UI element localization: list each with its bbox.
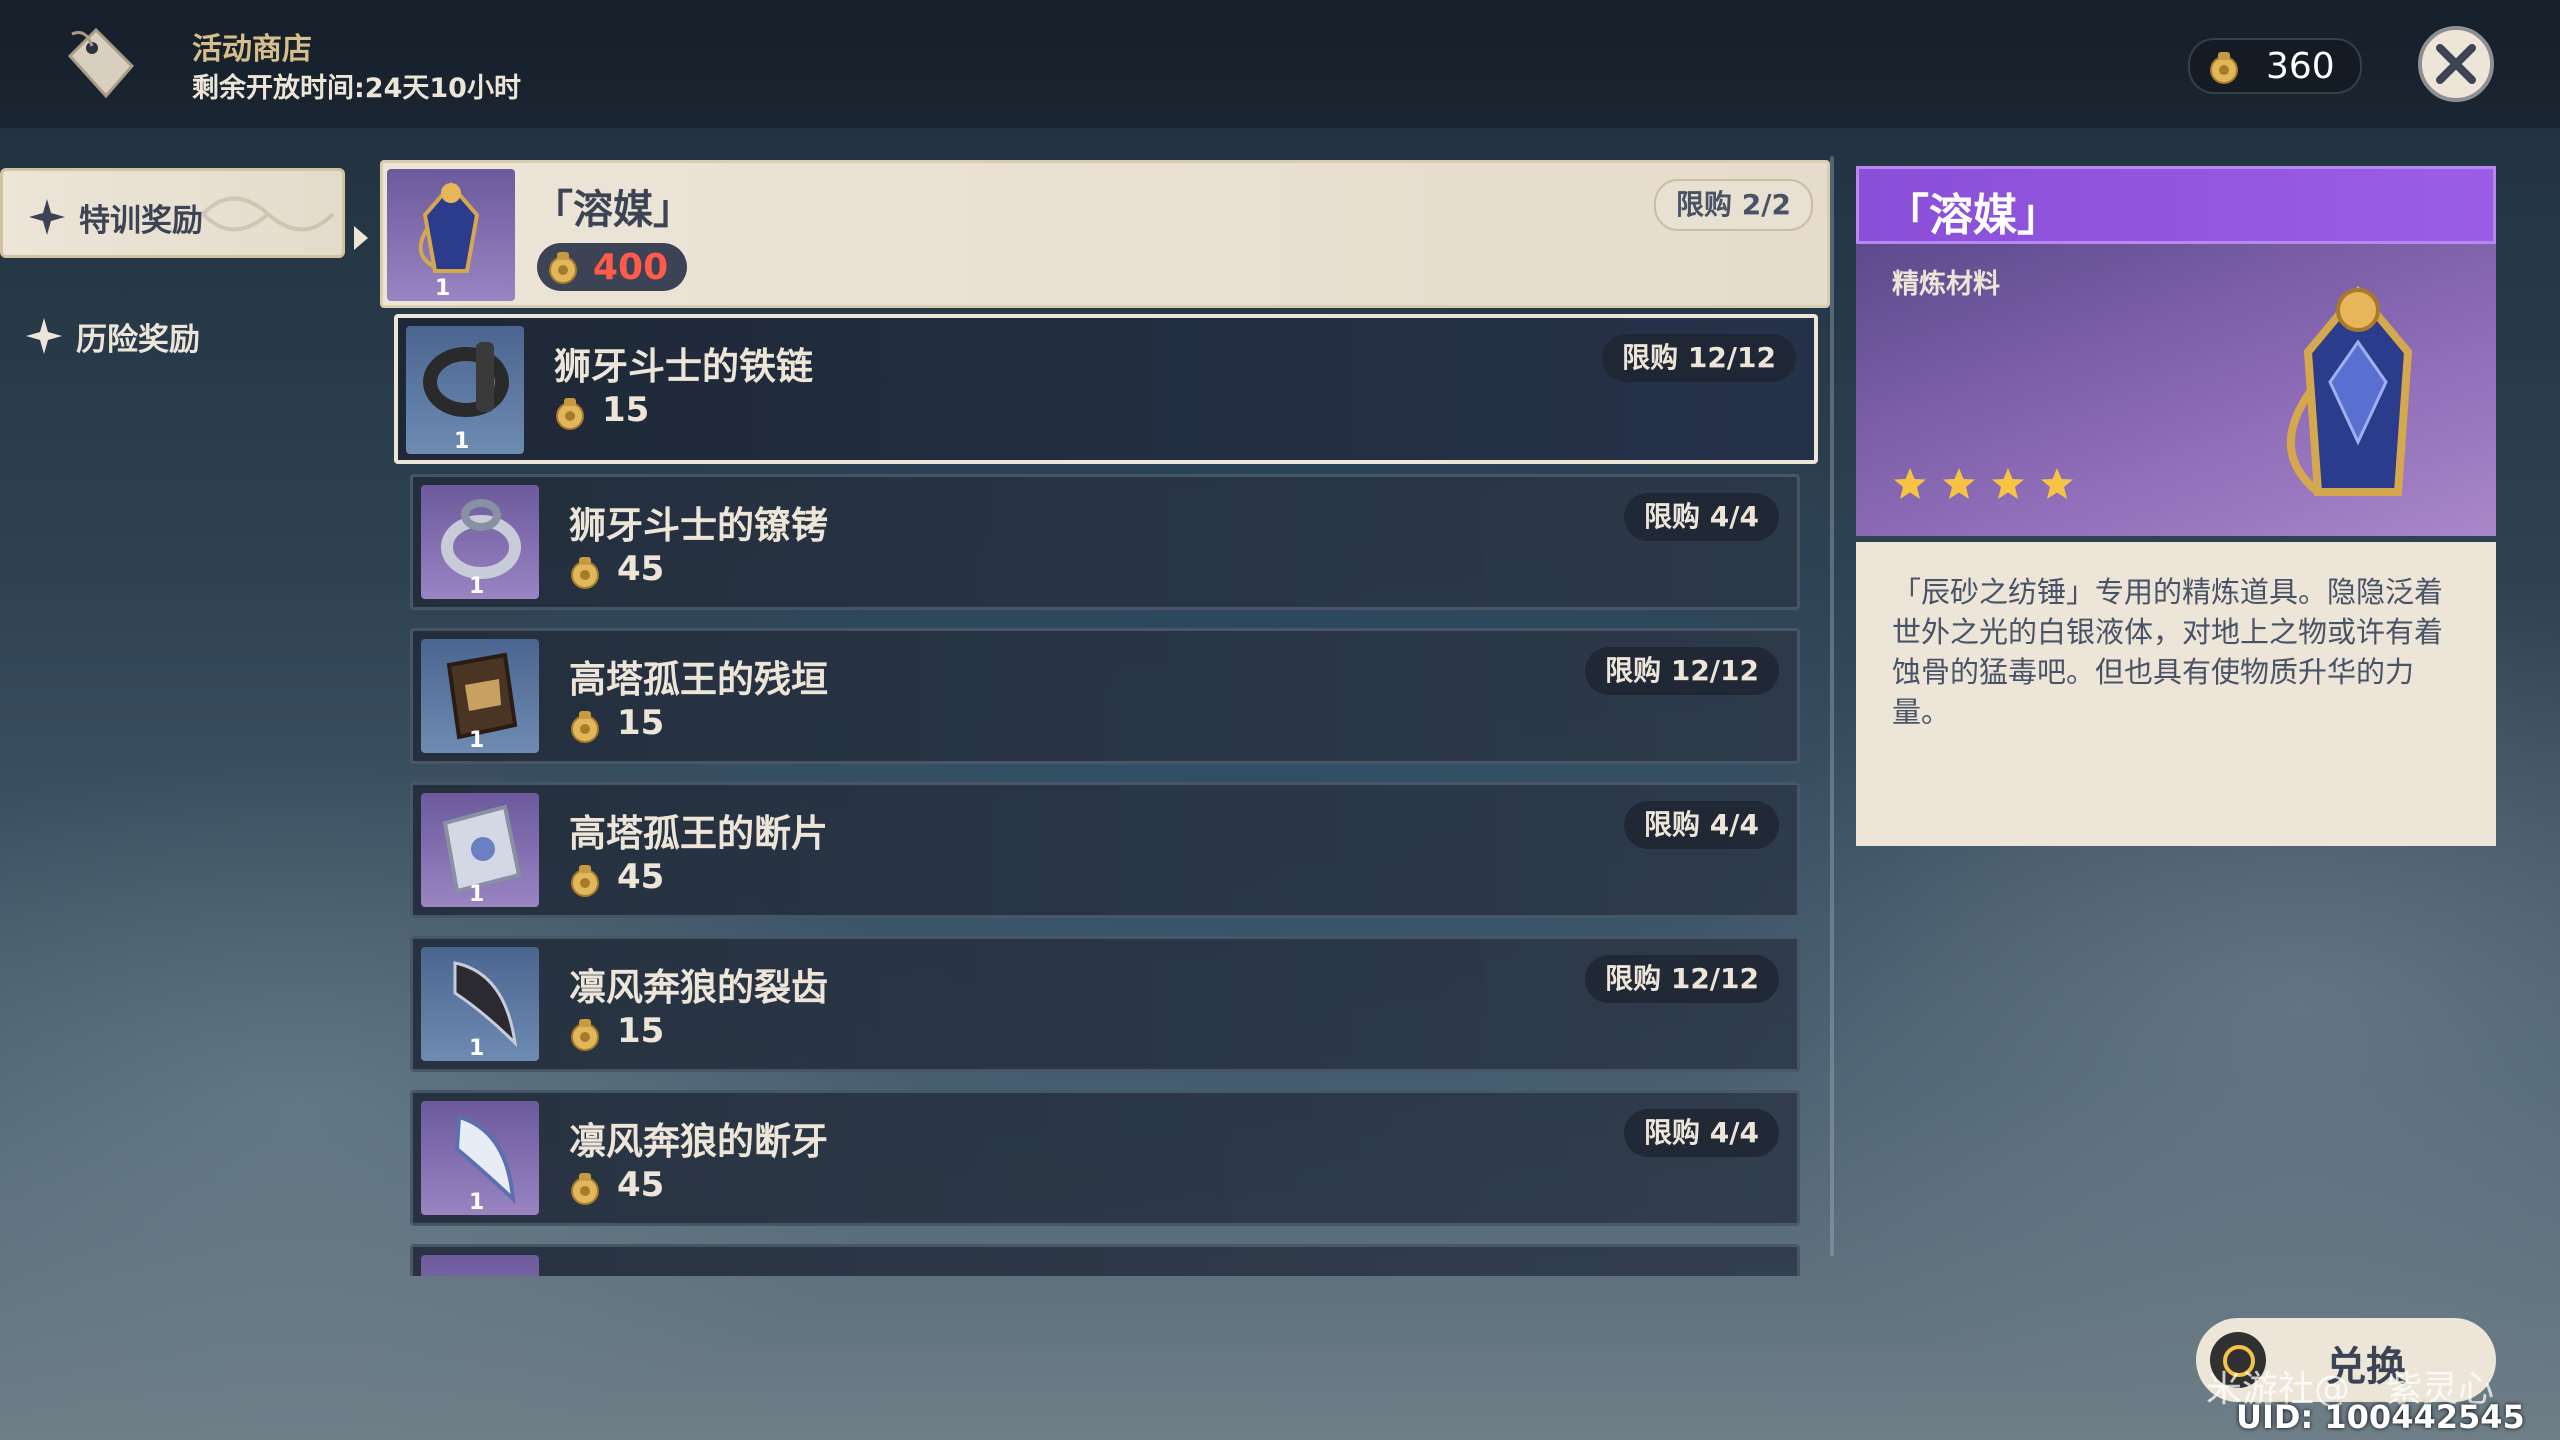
price-value: 45 [617, 1165, 665, 1205]
detail-art: 精炼材料 [1856, 244, 2496, 536]
price-value: 15 [602, 390, 650, 430]
item-quantity: 1 [469, 1190, 485, 1215]
item-thumbnail: 1 [406, 326, 524, 454]
solvent-icon [418, 181, 480, 273]
purchase-limit: 限购 4/4 [1624, 1109, 1779, 1157]
item-detail-panel: 「溶媒」 精炼材料 「辰砂之纺锤」专用的精炼道具。隐隐泛着世外之光的白银液体，对… [1856, 166, 2496, 846]
star-icon [1941, 466, 1977, 506]
purchase-limit: 限购 4/4 [1624, 801, 1779, 849]
currency-display: 360 [2188, 38, 2362, 94]
item-name: 凛风奔狼的裂齿 [569, 966, 828, 1009]
event-coin-icon [549, 252, 577, 284]
sidebar-item-adventure-rewards[interactable]: 历险奖励 [0, 290, 345, 380]
detail-title: 「溶媒」 [1885, 190, 2061, 241]
top-bar: 活动商店 剩余开放时间:24天10小时 360 [0, 0, 2560, 128]
shop-item-broken-fang[interactable]: 1 凛风奔狼的断牙 45 限购 4/4 [410, 1090, 1800, 1226]
sidebar-item-label: 历险奖励 [76, 322, 200, 358]
shop-item-shackles[interactable]: 1 狮牙斗士的镣铐 45 限购 4/4 [410, 474, 1800, 610]
item-name: 高塔孤王的残垣 [569, 658, 828, 701]
shop-item-ruin[interactable]: 1 高塔孤王的残垣 15 限购 12/12 [410, 628, 1800, 764]
price-value: 400 [593, 247, 669, 288]
solvent-icon [2286, 285, 2413, 496]
iron-chain-icon [423, 342, 509, 417]
swirl-ornament-icon [201, 196, 335, 232]
event-coin-icon [556, 398, 584, 430]
item-quantity: 1 [454, 429, 470, 454]
price-tag-icon [67, 27, 135, 99]
item-quantity: 1 [469, 574, 485, 599]
shop-title: 活动商店 [192, 32, 312, 67]
sparkle-icon [29, 199, 65, 235]
price-value: 45 [617, 549, 665, 589]
shop-item-solvent[interactable]: 1 「溶媒」 400 限购 2/2 [380, 160, 1830, 308]
item-thumbnail [421, 1255, 539, 1276]
shop-item-partial[interactable] [410, 1244, 1800, 1276]
item-thumbnail: 1 [421, 793, 539, 907]
event-coin-icon [571, 1019, 599, 1051]
purchase-limit: 限购 12/12 [1585, 647, 1779, 695]
item-price: 400 [537, 243, 687, 291]
active-indicator-arrow [354, 226, 368, 250]
purchase-limit: 限购 12/12 [1585, 955, 1779, 1003]
shop-item-list[interactable]: 1 「溶媒」 400 限购 2/2 1 狮牙斗士的铁链 15 限购 12/12 … [380, 160, 1832, 1276]
item-name: 「溶媒」 [533, 187, 693, 233]
rarity-stars [1892, 466, 2083, 506]
detail-description-box: 「辰砂之纺锤」专用的精炼道具。隐隐泛着世外之光的白银液体，对地上之物或许有着蚀骨… [1856, 542, 2496, 846]
purchase-limit: 限购 12/12 [1602, 334, 1796, 382]
item-name: 高塔孤王的断片 [569, 812, 828, 855]
list-scrollbar[interactable] [1830, 156, 1834, 1256]
event-coin-icon [571, 557, 599, 589]
item-quantity: 1 [469, 882, 485, 907]
purchase-limit: 限购 2/2 [1654, 179, 1813, 231]
item-name: 凛风奔狼的断牙 [569, 1120, 828, 1163]
event-coin-icon [571, 711, 599, 743]
shop-item-cracked-tooth[interactable]: 1 凛风奔狼的裂齿 15 限购 12/12 [410, 936, 1800, 1072]
event-coin-icon [571, 865, 599, 897]
shop-item-iron-chain[interactable]: 1 狮牙斗士的铁链 15 限购 12/12 [394, 314, 1818, 464]
item-thumbnail: 1 [421, 485, 539, 599]
close-icon [2436, 44, 2476, 84]
item-name: 狮牙斗士的铁链 [554, 345, 813, 388]
detail-header: 「溶媒」 [1856, 166, 2496, 244]
star-icon [2039, 466, 2075, 506]
event-coin-icon [571, 1173, 599, 1205]
price-value: 45 [617, 857, 665, 897]
item-quantity: 1 [469, 728, 485, 753]
uid-label: UID: 100442545 [2236, 1398, 2525, 1436]
event-coin-icon [2210, 52, 2238, 84]
item-thumbnail: 1 [421, 947, 539, 1061]
item-description: 「辰砂之纺锤」专用的精炼道具。隐隐泛着世外之光的白银液体，对地上之物或许有着蚀骨… [1892, 575, 2444, 729]
purchase-limit: 限购 4/4 [1624, 493, 1779, 541]
price-value: 15 [617, 703, 665, 743]
shop-item-fragment[interactable]: 1 高塔孤王的断片 45 限购 4/4 [410, 782, 1800, 918]
sidebar-item-label: 特训奖励 [79, 203, 203, 239]
item-thumbnail: 1 [421, 639, 539, 753]
star-icon [1990, 466, 2026, 506]
sidebar-item-training-rewards[interactable]: 特训奖励 [0, 168, 345, 258]
star-icon [1892, 466, 1928, 506]
item-type: 精炼材料 [1892, 269, 2000, 300]
price-value: 15 [617, 1011, 665, 1051]
item-thumbnail: 1 [421, 1101, 539, 1215]
item-thumbnail: 1 [387, 169, 515, 301]
item-name: 狮牙斗士的镣铐 [569, 504, 828, 547]
close-button[interactable] [2418, 26, 2494, 102]
sparkle-icon [26, 318, 62, 354]
remaining-time: 剩余开放时间:24天10小时 [192, 73, 521, 104]
currency-amount: 360 [2266, 46, 2335, 87]
item-quantity: 1 [469, 1036, 485, 1061]
item-quantity: 1 [435, 276, 451, 301]
